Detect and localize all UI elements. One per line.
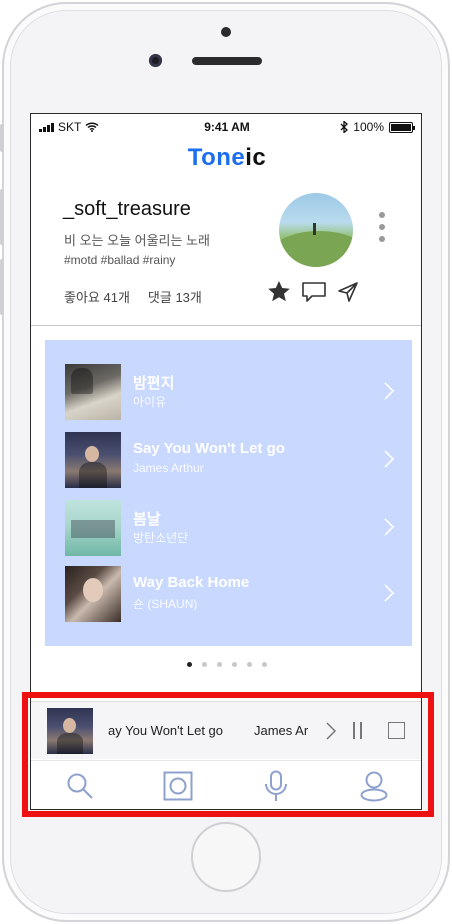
playlist-item[interactable]: 봄날 방탄소년단 (65, 500, 395, 556)
user-avatar[interactable] (279, 193, 353, 267)
logo-part-ic: ic (245, 144, 267, 171)
album-art (65, 364, 121, 420)
chevron-right-icon (384, 450, 395, 468)
home-button[interactable] (191, 822, 261, 892)
front-sensor (221, 27, 231, 37)
album-art (65, 432, 121, 488)
comments-count[interactable]: 댓글 13개 (148, 287, 202, 306)
page-dot[interactable] (262, 662, 267, 667)
track-title: 봄날 (133, 511, 161, 528)
earpiece-speaker (192, 57, 262, 65)
page-dot[interactable] (187, 662, 192, 667)
volume-down-button (0, 259, 4, 315)
volume-up-button (0, 189, 4, 245)
playlist-item[interactable]: Way Back Home 숀 (SHAUN) (65, 566, 395, 622)
chevron-right-icon (384, 584, 395, 602)
star-icon[interactable] (267, 280, 291, 303)
track-title: Say You Won't Let go (133, 440, 285, 457)
logo-part-tone: Tone (187, 144, 246, 171)
playlist-item[interactable]: 밤편지 아이유 (65, 364, 395, 420)
more-options-icon[interactable] (379, 212, 385, 242)
front-camera (149, 54, 162, 67)
app-logo: Toneic (31, 144, 421, 172)
highlight-box (22, 692, 434, 817)
page-dot[interactable] (202, 662, 207, 667)
battery-icon (389, 121, 415, 133)
track-artist: 아이유 (133, 395, 167, 409)
album-art (65, 500, 121, 556)
playlist-card: 밤편지 아이유 Say You Won't Let go James Arthu… (45, 340, 412, 646)
post-description: 비 오는 오늘 어울리는 노래 (64, 233, 211, 248)
page-dot[interactable] (232, 662, 237, 667)
track-title: 밤편지 (133, 375, 175, 392)
post-stats: 좋아요 41개 댓글 13개 (64, 287, 202, 306)
album-art (65, 566, 121, 622)
track-artist: 숀 (SHAUN) (133, 597, 198, 611)
section-divider (31, 325, 421, 326)
playlist-item[interactable]: Say You Won't Let go James Arthur (65, 432, 395, 488)
track-artist: 방탄소년단 (133, 531, 189, 545)
post-tags[interactable]: #motd #ballad #rainy (64, 253, 175, 267)
track-title: Way Back Home (133, 574, 250, 591)
likes-count[interactable]: 좋아요 41개 (64, 287, 130, 306)
pagination-dots[interactable] (31, 662, 421, 667)
status-bar: SKT 9:41 AM 100% (31, 114, 421, 140)
chevron-right-icon (384, 382, 395, 400)
mute-switch (0, 124, 4, 152)
bluetooth-icon (340, 121, 349, 133)
page-dot[interactable] (247, 662, 252, 667)
track-artist: James Arthur (133, 461, 204, 475)
post-actions (267, 280, 359, 303)
battery-percent: 100% (353, 120, 384, 134)
page-dot[interactable] (217, 662, 222, 667)
post-username[interactable]: _soft_treasure (63, 198, 191, 221)
comment-icon[interactable] (301, 281, 327, 303)
send-icon[interactable] (337, 281, 359, 303)
chevron-right-icon (384, 518, 395, 536)
